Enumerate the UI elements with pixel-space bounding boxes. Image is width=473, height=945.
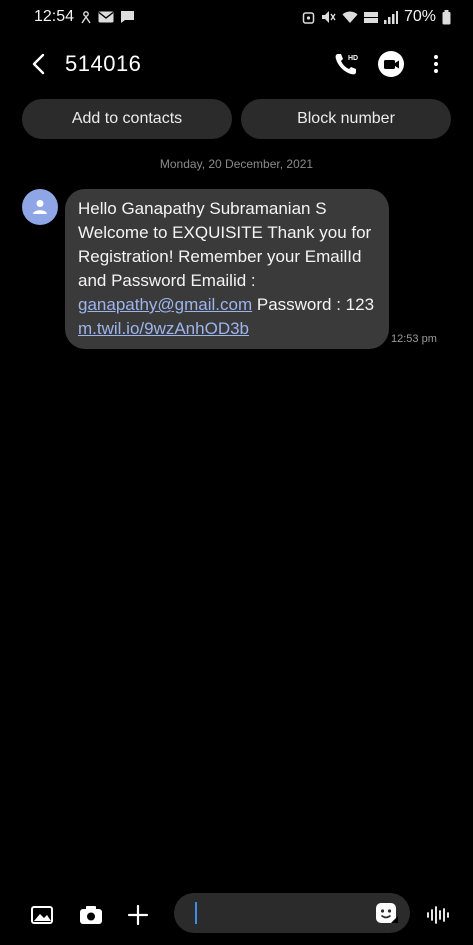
- wifi-icon: [342, 11, 358, 24]
- status-bar: 12:54 70%: [0, 0, 473, 34]
- message-composer: [0, 893, 473, 937]
- chat-notification-icon: [120, 10, 135, 24]
- conversation-header: 514016 HD: [0, 40, 473, 88]
- back-button[interactable]: [26, 50, 50, 78]
- camera-button[interactable]: [77, 901, 105, 929]
- message-text-continued: Password : 123: [252, 295, 375, 314]
- date-divider: Monday, 20 December, 2021: [159, 157, 314, 171]
- status-time: 12:54: [34, 8, 75, 25]
- plus-icon: [127, 904, 149, 926]
- message-text: Hello Ganapathy Subramanian S Welcome to…: [78, 199, 372, 290]
- email-link[interactable]: ganapathy@gmail.com: [78, 295, 252, 314]
- signal-icon: [383, 10, 398, 24]
- volte-icon: [363, 11, 378, 24]
- mail-icon: [98, 11, 114, 23]
- alarm-icon: [302, 10, 315, 24]
- voice-icon: [427, 906, 449, 924]
- svg-text:HD: HD: [348, 55, 358, 62]
- add-attachment-button[interactable]: [124, 901, 152, 929]
- message-input-container[interactable]: [174, 893, 410, 933]
- hd-call-icon: HD: [335, 54, 358, 75]
- hd-call-button[interactable]: HD: [332, 50, 360, 78]
- message-input[interactable]: [190, 901, 374, 927]
- contact-number-title: 514016: [65, 51, 142, 76]
- mute-icon: [321, 10, 336, 24]
- video-call-button[interactable]: [376, 50, 408, 78]
- url-link[interactable]: m.twil.io/9wzAnhOD3b: [78, 319, 249, 338]
- add-to-contacts-button[interactable]: Add to contacts: [22, 99, 232, 139]
- battery-percent: 70%: [403, 8, 436, 25]
- sticker-button[interactable]: [374, 901, 400, 925]
- gallery-icon: [31, 906, 53, 924]
- text-cursor: [195, 902, 197, 924]
- status-left: 12:54: [34, 8, 135, 26]
- messages-screen: 12:54 70% 514016 HD Add to contacts Bloc…: [0, 0, 473, 945]
- gallery-button[interactable]: [28, 901, 56, 929]
- more-vert-icon: [434, 55, 438, 73]
- sticker-icon: [376, 903, 398, 923]
- avatar[interactable]: [22, 189, 58, 225]
- back-arrow-icon: [32, 53, 45, 75]
- video-call-icon: [378, 51, 404, 77]
- message-bubble[interactable]: Hello Ganapathy Subramanian S Welcome to…: [65, 189, 389, 349]
- person-icon: [33, 200, 47, 214]
- status-right: 70%: [302, 8, 451, 26]
- block-number-button[interactable]: Block number: [241, 99, 451, 139]
- more-options-button[interactable]: [428, 50, 444, 78]
- battery-icon: [442, 9, 451, 25]
- carrier-icon: [80, 10, 92, 24]
- contact-action-row: Add to contacts Block number: [22, 99, 451, 139]
- camera-icon: [80, 906, 102, 924]
- message-timestamp: 12:53 pm: [391, 333, 437, 345]
- voice-recorder-button[interactable]: [424, 901, 452, 929]
